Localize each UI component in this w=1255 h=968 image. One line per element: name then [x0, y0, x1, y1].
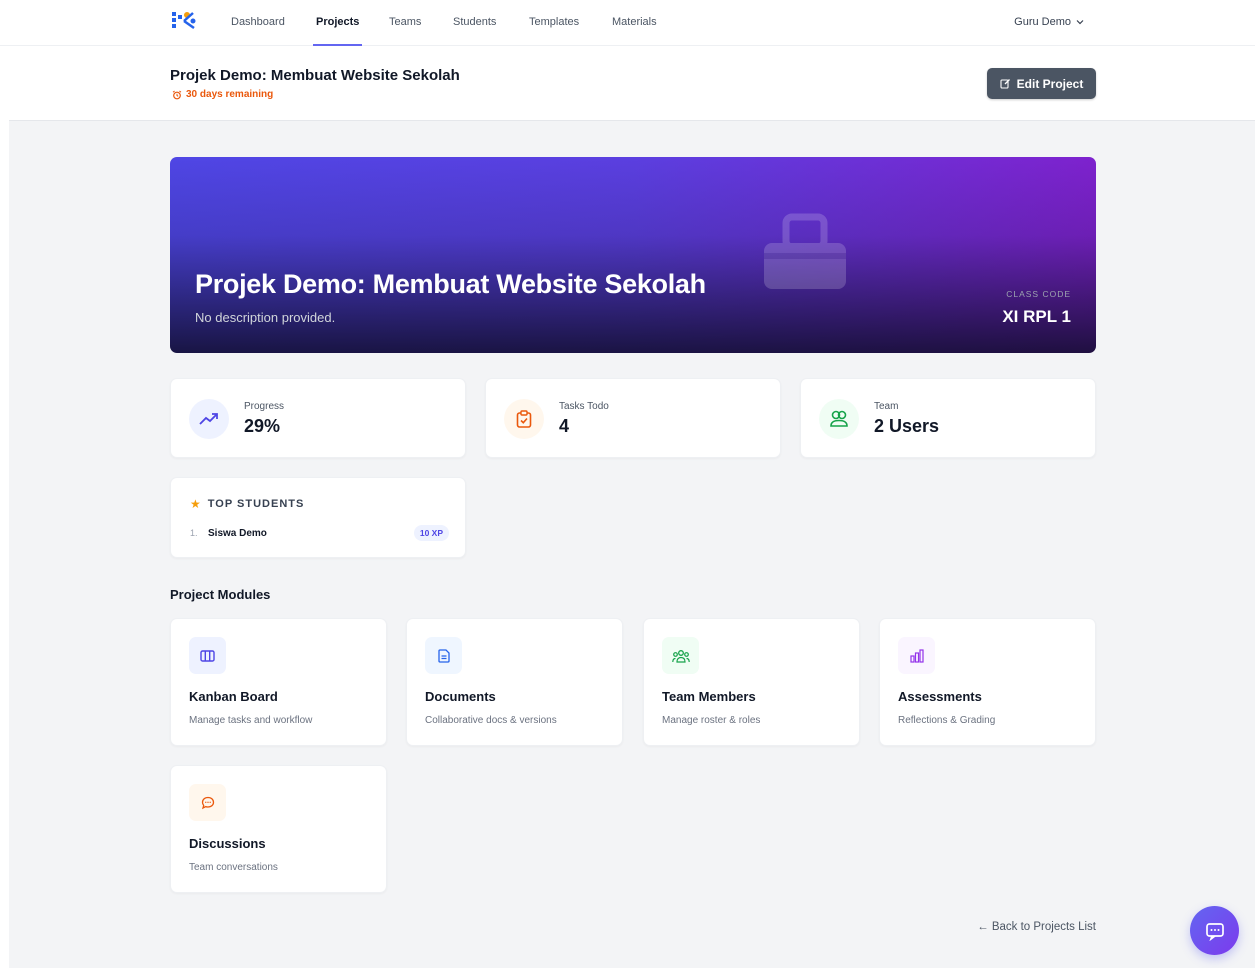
- module-title: Kanban Board: [189, 689, 278, 704]
- user-group-icon: [662, 637, 699, 674]
- module-card-team-members[interactable]: Team Members Manage roster & roles: [643, 618, 860, 746]
- module-description: Collaborative docs & versions: [425, 715, 557, 726]
- active-tab-indicator: [313, 44, 362, 46]
- trending-up-icon: [189, 399, 229, 439]
- users-icon: [819, 399, 859, 439]
- edit-icon: [1000, 79, 1010, 89]
- stat-value: 4: [559, 416, 570, 436]
- page-header: Projek Demo: Membuat Website Sekolah 30 …: [0, 47, 1255, 121]
- rank-number: 1.: [190, 528, 198, 538]
- top-students-card: ★ TOP STUDENTS 1. Siswa Demo 10 XP: [170, 477, 466, 558]
- hero-description: No description provided.: [195, 310, 336, 325]
- top-navbar: Dashboard Projects Teams Students Templa…: [0, 0, 1255, 46]
- chat-fab-button[interactable]: [1190, 906, 1239, 955]
- hero-title: Projek Demo: Membuat Website Sekolah: [195, 269, 706, 299]
- module-card-discussions[interactable]: Discussions Team conversations: [170, 765, 387, 893]
- top-students-heading: TOP STUDENTS: [207, 498, 305, 510]
- nav-students[interactable]: Students: [453, 16, 496, 28]
- back-to-projects-link[interactable]: ← Back to Projects List: [977, 921, 1096, 933]
- project-hero-banner: Projek Demo: Membuat Website Sekolah No …: [170, 157, 1096, 353]
- kanban-icon: [189, 637, 226, 674]
- stat-label: Tasks Todo: [559, 401, 609, 412]
- app-logo-icon[interactable]: [171, 9, 197, 31]
- list-item[interactable]: 1. Siswa Demo 10 XP: [190, 525, 449, 541]
- nav-dashboard[interactable]: Dashboard: [231, 16, 285, 28]
- stat-value: 29%: [244, 416, 281, 436]
- stat-label: Team: [874, 401, 899, 412]
- document-icon: [425, 637, 462, 674]
- top-students-title: ★ TOP STUDENTS: [190, 497, 304, 511]
- module-title: Documents: [425, 689, 496, 704]
- module-card-assessments[interactable]: Assessments Reflections & Grading: [879, 618, 1096, 746]
- chevron-down-icon: [1076, 20, 1084, 25]
- class-code-label: CLASS CODE: [1006, 289, 1071, 299]
- edit-project-button[interactable]: Edit Project: [987, 68, 1096, 99]
- star-icon: ★: [190, 497, 202, 511]
- bar-chart-icon: [898, 637, 935, 674]
- chat-bubble-icon: [189, 784, 226, 821]
- class-code: XI RPL 1: [1002, 307, 1071, 326]
- nav-materials[interactable]: Materials: [612, 16, 657, 28]
- module-card-kanban[interactable]: Kanban Board Manage tasks and workflow: [170, 618, 387, 746]
- stat-value: 2 Users: [874, 416, 940, 436]
- project-modules-heading: Project Modules: [170, 587, 271, 602]
- stat-card-team: Team 2 Users: [800, 378, 1096, 458]
- chat-icon: [1205, 922, 1224, 941]
- page-title: Projek Demo: Membuat Website Sekolah: [170, 67, 460, 84]
- module-description: Team conversations: [189, 862, 278, 873]
- remaining-text: 30 days remaining: [186, 89, 274, 100]
- module-card-documents[interactable]: Documents Collaborative docs & versions: [406, 618, 623, 746]
- module-title: Discussions: [189, 836, 266, 851]
- stat-label: Progress: [244, 401, 285, 412]
- module-description: Manage roster & roles: [662, 715, 761, 726]
- user-menu[interactable]: Guru Demo: [1014, 16, 1084, 28]
- stat-card-tasks: Tasks Todo 4: [485, 378, 781, 458]
- module-title: Team Members: [662, 689, 756, 704]
- clipboard-check-icon: [504, 399, 544, 439]
- stat-card-progress: Progress 29%: [170, 378, 466, 458]
- nav-teams[interactable]: Teams: [389, 16, 421, 28]
- edit-project-label: Edit Project: [1016, 76, 1084, 91]
- nav-projects[interactable]: Projects: [316, 16, 359, 28]
- module-description: Reflections & Grading: [898, 715, 996, 726]
- xp-badge: 10 XP: [413, 525, 449, 541]
- module-title: Assessments: [898, 689, 982, 704]
- nav-templates[interactable]: Templates: [529, 16, 579, 28]
- deadline-remaining: 30 days remaining: [172, 89, 273, 100]
- alarm-clock-icon: [172, 90, 182, 99]
- briefcase-icon: [764, 213, 846, 289]
- student-name: Siswa Demo: [208, 527, 267, 539]
- module-description: Manage tasks and workflow: [189, 715, 313, 726]
- user-name: Guru Demo: [1014, 16, 1071, 28]
